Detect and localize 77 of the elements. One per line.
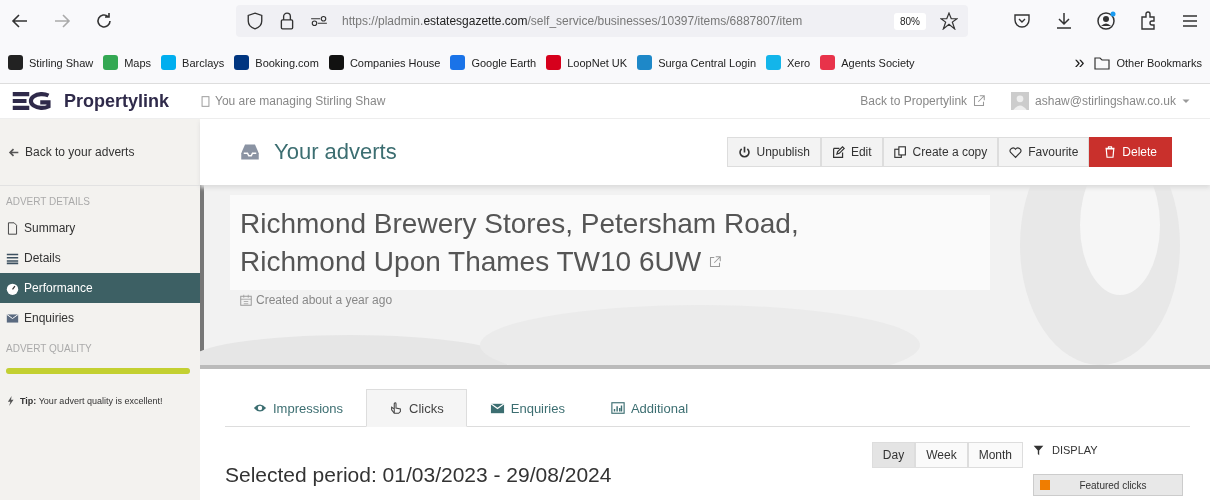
display-heading: DISPLAY	[1052, 444, 1098, 456]
tab[interactable]: Additional	[587, 389, 712, 427]
advert-title: Richmond Upon Thames TW10 6UW	[240, 245, 702, 279]
period-button[interactable]: Week	[915, 442, 968, 468]
dashboard-icon	[6, 281, 19, 295]
tab[interactable]: Clicks	[366, 389, 467, 427]
pointer-hand-icon	[389, 401, 404, 415]
tab[interactable]: Enquiries	[466, 389, 588, 427]
heart-icon	[1009, 145, 1023, 159]
advert-title: Richmond Brewery Stores, Petersham Road,	[240, 207, 800, 241]
bookmark[interactable]: Barclays	[161, 55, 225, 70]
extensions-icon[interactable]	[1138, 11, 1158, 31]
sidebar-item[interactable]: Summary	[0, 213, 200, 243]
envelope-icon	[6, 311, 19, 325]
download-icon[interactable]	[1054, 11, 1074, 31]
shield-icon	[246, 12, 264, 30]
left-arrow-icon	[8, 146, 19, 158]
building-icon	[200, 95, 211, 107]
bookmark[interactable]: Stirling Shaw	[8, 55, 94, 70]
back-to-propertylink-link[interactable]: Back to Propertylink	[860, 94, 986, 108]
bolt-icon	[6, 396, 16, 406]
copy-button[interactable]: Create a copy	[882, 137, 999, 167]
list-icon	[6, 251, 19, 265]
copy-icon	[893, 145, 907, 159]
power-icon	[737, 145, 751, 159]
url-text: https://pladmin.estatesgazette.com/self_service/businesses/10397/items/6887807/item	[342, 14, 804, 28]
avatar-icon	[1011, 92, 1030, 110]
folder-icon	[1094, 54, 1111, 71]
heart-button[interactable]: Favourite	[998, 137, 1090, 167]
zoom-level[interactable]: 80%	[894, 12, 926, 30]
back-to-adverts-link[interactable]: Back to your adverts	[0, 119, 200, 186]
tab[interactable]: Impressions	[230, 389, 367, 427]
bar-chart-icon	[610, 401, 625, 415]
page-title: Your adverts	[274, 139, 397, 165]
address-bar[interactable]: https://pladmin.estatesgazette.com/self_service/businesses/10397/items/6887807/item 80%	[236, 5, 968, 37]
bookmark[interactable]: Xero	[766, 55, 811, 70]
more-bookmarks-button[interactable]: »	[1074, 52, 1085, 73]
lock-icon	[278, 12, 296, 30]
period-button[interactable]: Day	[871, 442, 916, 468]
trash-icon	[1104, 146, 1117, 158]
other-bookmarks-folder[interactable]: Other Bookmarks	[1094, 54, 1202, 71]
sidebar-item[interactable]: Performance	[0, 273, 200, 303]
bookmark[interactable]: Companies House	[328, 55, 441, 70]
external-link-icon[interactable]	[709, 256, 722, 268]
bookmark[interactable]: Maps	[103, 55, 152, 70]
inbox-icon	[240, 142, 260, 162]
selected-period: Selected period: 01/03/2023 - 29/08/2024	[225, 463, 613, 487]
brand-name: Propertylink	[64, 90, 170, 112]
section-heading: ADVERT DETAILS	[5, 195, 91, 209]
sidebar-item[interactable]: Details	[0, 243, 200, 273]
power-button[interactable]: Unpublish	[726, 137, 821, 167]
account-icon[interactable]	[1096, 11, 1116, 31]
user-menu[interactable]: ashaw@stirlingshaw.co.uk	[1011, 92, 1190, 110]
edit-button[interactable]: Edit	[820, 137, 883, 167]
created-date: Created about a year ago	[256, 293, 393, 307]
calendar-icon	[240, 294, 252, 306]
star-icon[interactable]	[940, 12, 958, 30]
delete-button[interactable]: Delete	[1089, 137, 1172, 167]
bookmark[interactable]: Google Earth	[450, 55, 537, 70]
tip-text: Tip: Your advert quality is excellent!	[20, 396, 163, 406]
managing-text: You are managing Stirling Shaw	[215, 94, 386, 108]
caret-icon	[1182, 97, 1190, 105]
bookmark[interactable]: Agents Society	[820, 55, 915, 70]
bookmark[interactable]: Surga Central Login	[637, 55, 756, 70]
edit-icon	[831, 145, 845, 159]
sidebar-item[interactable]: Enquiries	[0, 303, 200, 333]
filter-icon	[1033, 444, 1044, 456]
reload-icon[interactable]	[94, 11, 114, 31]
external-link-icon	[973, 95, 986, 107]
period-button[interactable]: Month	[967, 442, 1023, 468]
bookmark[interactable]: LoopNet UK	[546, 55, 628, 70]
bookmark[interactable]: Booking.com	[234, 55, 319, 70]
section-heading: ADVERT QUALITY	[5, 342, 93, 356]
envelope-icon	[489, 400, 505, 416]
pocket-icon[interactable]	[1012, 11, 1032, 31]
legend-toggle[interactable]: Featured clicks	[1033, 474, 1183, 496]
document-icon	[6, 221, 19, 235]
